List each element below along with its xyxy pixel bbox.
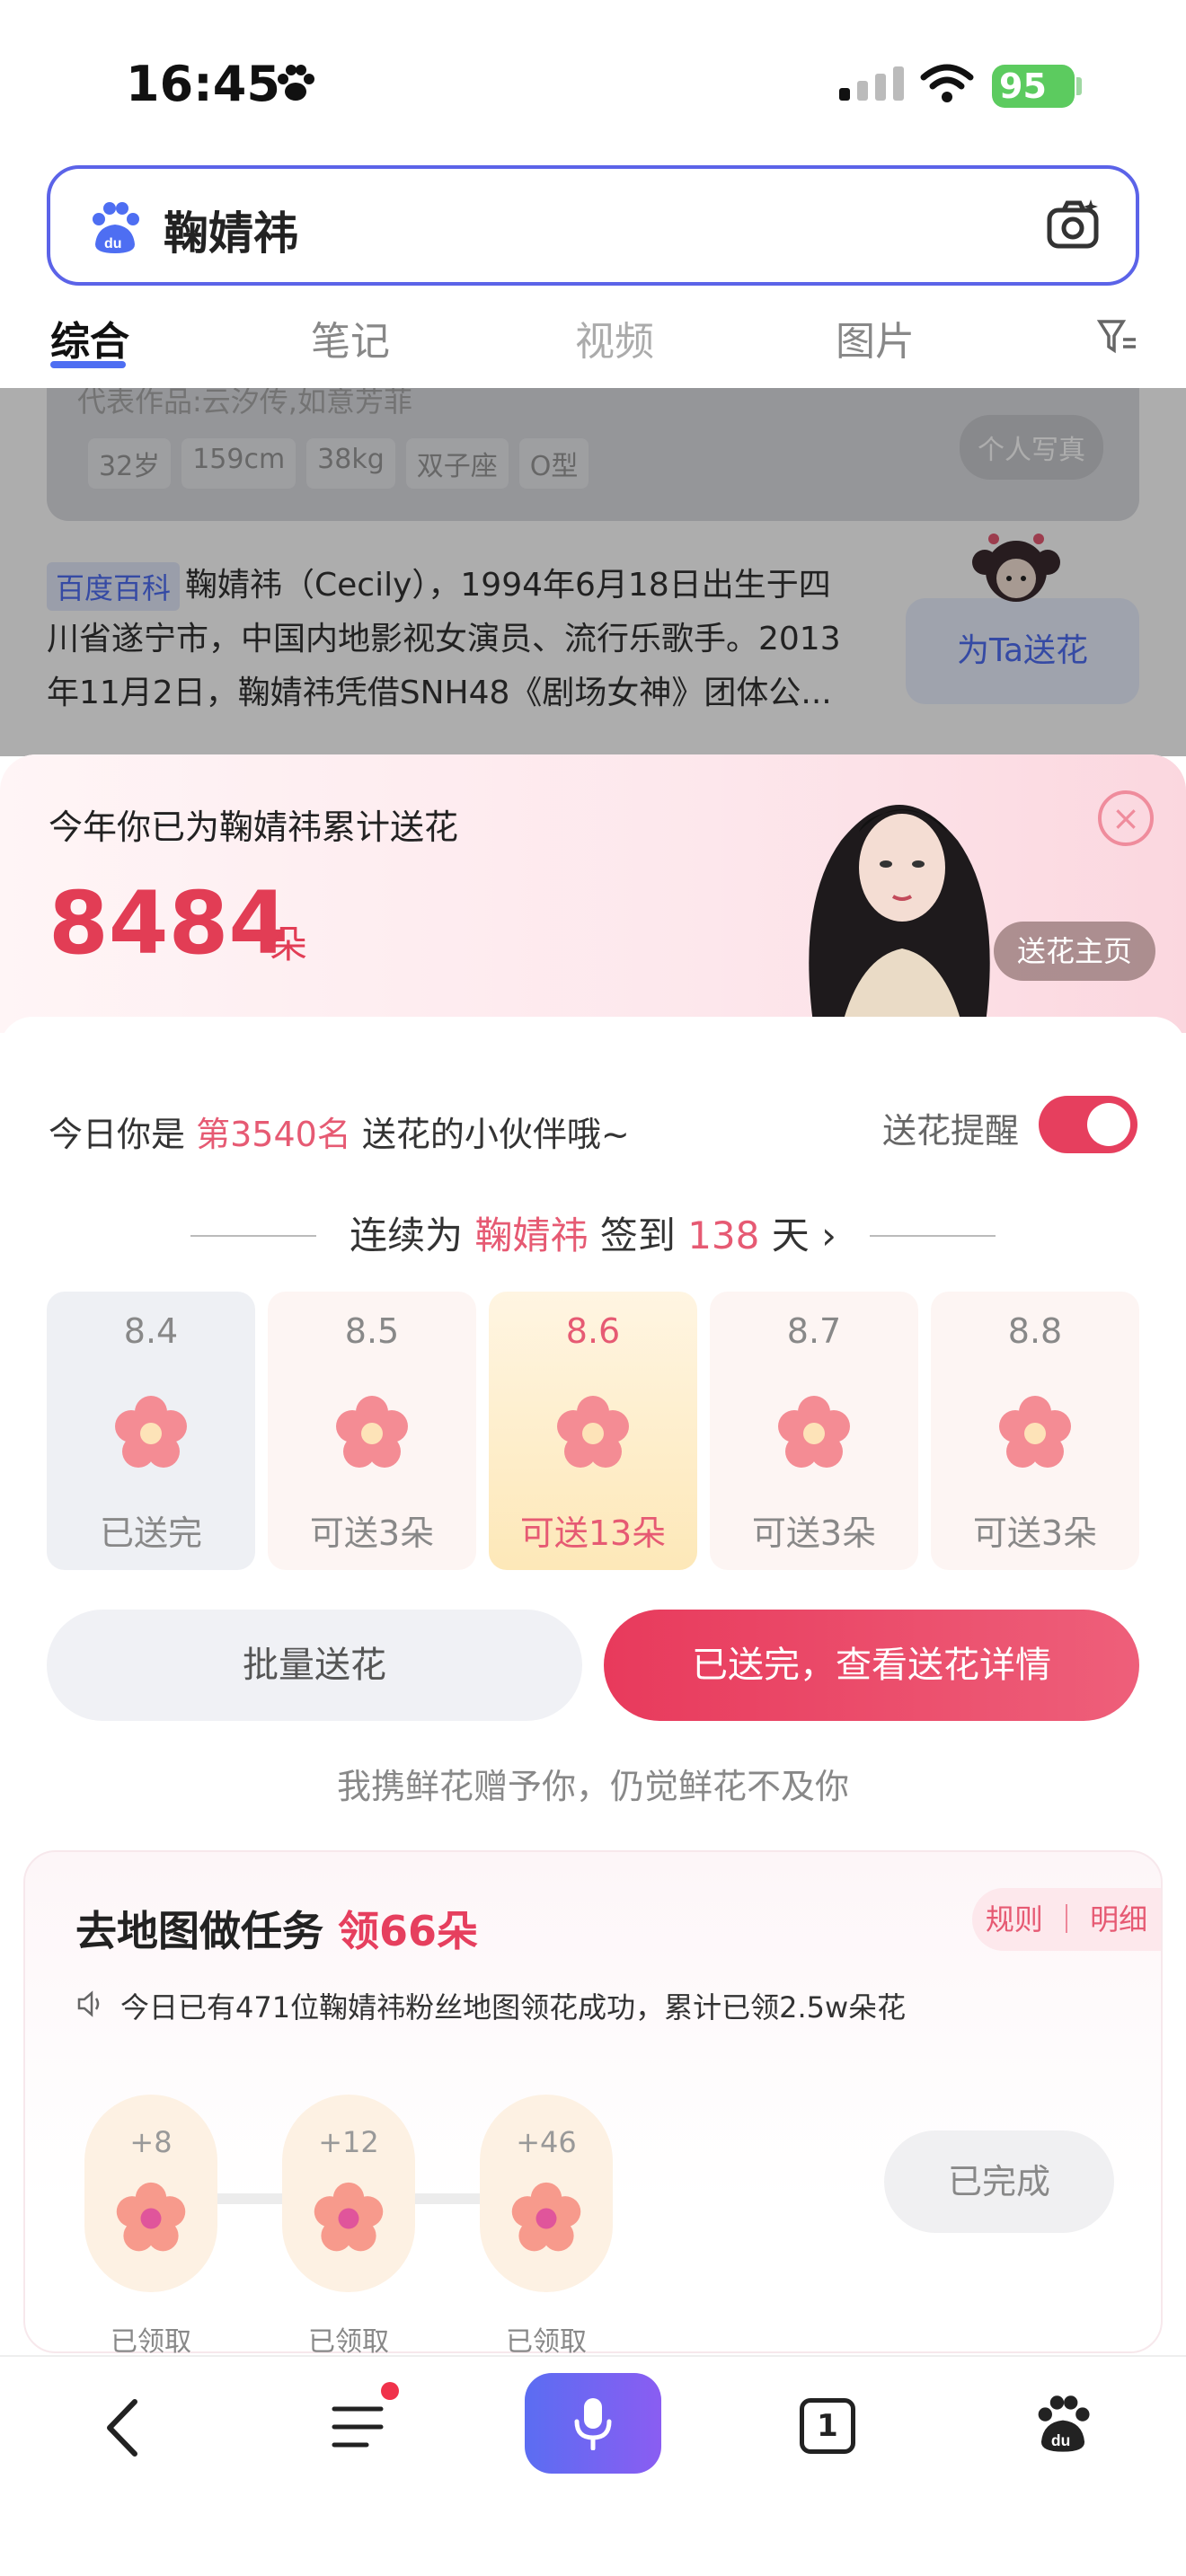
task-done-button[interactable]: 已完成 <box>884 2130 1114 2233</box>
day-date: 8.6 <box>565 1311 621 1351</box>
dim-overlay[interactable] <box>0 388 1186 756</box>
day-card-today[interactable]: 8.6 可送13朵 <box>489 1292 697 1570</box>
day-label: 可送3朵 <box>972 1513 1098 1553</box>
task-notice: 今日已有471位鞠婧祎粉丝地图领花成功，累计已领2.5w朵花 <box>120 1990 907 2025</box>
day-label: 可送3朵 <box>309 1513 435 1553</box>
reward-amount: +8 <box>129 2125 173 2159</box>
svg-text:du: du <box>1051 2431 1070 2449</box>
day-label: 可送3朵 <box>751 1513 877 1553</box>
reward-amount: +46 <box>516 2125 577 2159</box>
flower-icon <box>511 2182 581 2252</box>
day-cards: 8.4 已送完 8.5 可送3朵 8.6 可送13朵 8.7 可送3朵 8.8 <box>47 1292 1139 1570</box>
reward-step: +46 <box>480 2095 613 2292</box>
task-title-text: 去地图做任务 <box>75 1907 339 1955</box>
step-connector <box>408 2193 489 2204</box>
speaker-icon <box>77 1990 100 2017</box>
tab-notes[interactable]: 笔记 <box>311 309 390 366</box>
rank-suffix: 送花的小伙伴哦~ <box>350 1115 630 1154</box>
remind-toggle[interactable] <box>1039 1096 1137 1153</box>
day-card[interactable]: 8.4 已送完 <box>47 1292 255 1570</box>
day-date: 8.5 <box>344 1311 400 1351</box>
reward-step: +12 <box>282 2095 415 2292</box>
batch-send-button[interactable]: 批量送花 <box>47 1610 582 1721</box>
notification-dot <box>381 2382 399 2400</box>
slogan-text: 我携鲜花赠予你，仍觉鲜花不及你 <box>336 1767 849 1806</box>
voice-search-button[interactable] <box>525 2373 661 2474</box>
sheet-header: 今年你已为鞠婧祎累计送花 8484 朵 × 送花主页 <box>0 754 1186 1033</box>
toggle-knob <box>1087 1103 1130 1146</box>
status-time: 16:45 <box>126 56 280 112</box>
baidu-logo-icon: du <box>93 202 139 253</box>
step-connector <box>210 2193 291 2204</box>
reward-label: 已领取 <box>308 2326 389 2353</box>
camera-search-icon[interactable] <box>1044 196 1103 255</box>
flower-home-button[interactable]: 送花主页 <box>994 922 1155 981</box>
reward-label: 已领取 <box>111 2326 191 2353</box>
reward-steps: +8 已领取 +12 已领取 +46 已领取 <box>84 2095 642 2353</box>
rank-prefix: 今日你是 <box>49 1115 197 1154</box>
day-label: 已送完 <box>99 1513 202 1553</box>
send-detail-button[interactable]: 已送完，查看送花详情 <box>604 1610 1139 1721</box>
streak-prefix: 连续为 <box>350 1213 475 1257</box>
back-icon[interactable] <box>101 2396 146 2459</box>
day-date: 8.4 <box>123 1311 179 1351</box>
close-icon[interactable]: × <box>1098 790 1154 846</box>
tabs-count-button[interactable]: 1 <box>800 2398 855 2454</box>
tab-all[interactable]: 综合 <box>50 309 129 366</box>
day-date: 8.7 <box>786 1311 842 1351</box>
flower-icon <box>336 1396 408 1468</box>
search-bar[interactable]: du 鞠婧祎 <box>47 165 1139 286</box>
wifi-icon <box>920 64 974 102</box>
day-card[interactable]: 8.5 可送3朵 <box>268 1292 476 1570</box>
flower-icon <box>778 1396 850 1468</box>
flower-icon <box>314 2182 384 2252</box>
sheet-title: 今年你已为鞠婧祎累计送花 <box>49 807 459 847</box>
filter-icon[interactable] <box>1096 316 1137 357</box>
tab-images[interactable]: 图片 <box>836 309 915 366</box>
signal-icon <box>839 66 904 101</box>
day-date: 8.8 <box>1007 1311 1063 1351</box>
paw-icon <box>278 65 314 101</box>
sheet-body: 今日你是 第3540名 送花的小伙伴哦~ 送花提醒 连续为 鞠婧祎 签到 138… <box>0 1017 1186 2353</box>
bottom-nav: 1 du <box>0 2355 1186 2576</box>
map-task-card: 去地图做任务 领66朵 规则 ｜ 明细 今日已有471位鞠婧祎粉丝地图领花成功，… <box>23 1850 1163 2353</box>
flower-sheet: 今年你已为鞠婧祎累计送花 8484 朵 × 送花主页 今日你是 第3540名 送… <box>0 754 1186 2353</box>
menu-icon[interactable] <box>331 2398 388 2456</box>
reward-label: 已领取 <box>506 2326 587 2353</box>
flower-icon <box>557 1396 629 1468</box>
status-bar: 16:45 95 <box>0 0 1186 162</box>
rank-text: 今日你是 第3540名 送花的小伙伴哦~ <box>49 1107 630 1156</box>
streak-mid: 签到 <box>588 1213 688 1257</box>
streak-name: 鞠婧祎 <box>474 1213 589 1257</box>
task-title: 去地图做任务 领66朵 <box>75 1899 478 1958</box>
baidu-home-icon[interactable]: du <box>1031 2393 1094 2456</box>
flower-count: 8484 <box>49 873 289 974</box>
rank-value: 第3540名 <box>196 1115 351 1154</box>
search-input[interactable]: 鞠婧祎 <box>164 198 298 262</box>
reward-step: +8 <box>84 2095 217 2292</box>
day-card[interactable]: 8.8 可送3朵 <box>931 1292 1139 1570</box>
battery-icon: 95 <box>992 65 1075 108</box>
flower-icon <box>999 1396 1071 1468</box>
day-label: 可送13朵 <box>519 1513 667 1553</box>
microphone-icon <box>574 2398 612 2450</box>
streak-days: 138 <box>687 1213 760 1257</box>
tab-underline <box>50 361 126 368</box>
result-tabs: 综合 笔记 视频 图片 <box>0 287 1186 388</box>
flower-icon <box>116 2182 186 2252</box>
tab-video[interactable]: 视频 <box>575 309 654 366</box>
flower-count-unit: 朵 <box>270 922 308 966</box>
checkin-streak-link[interactable]: 连续为 鞠婧祎 签到 138 天 › <box>0 1205 1186 1260</box>
battery-tip <box>1076 77 1082 95</box>
flower-icon <box>115 1396 187 1468</box>
task-reward-highlight: 领66朵 <box>338 1907 479 1955</box>
reward-amount: +12 <box>318 2125 379 2159</box>
star-portrait <box>809 805 990 1029</box>
streak-suffix: 天 › <box>759 1213 836 1257</box>
remind-label: 送花提醒 <box>882 1111 1020 1151</box>
day-card[interactable]: 8.7 可送3朵 <box>710 1292 918 1570</box>
svg-text:du: du <box>104 236 122 251</box>
rules-detail-link[interactable]: 规则 ｜ 明细 <box>972 1888 1161 1951</box>
